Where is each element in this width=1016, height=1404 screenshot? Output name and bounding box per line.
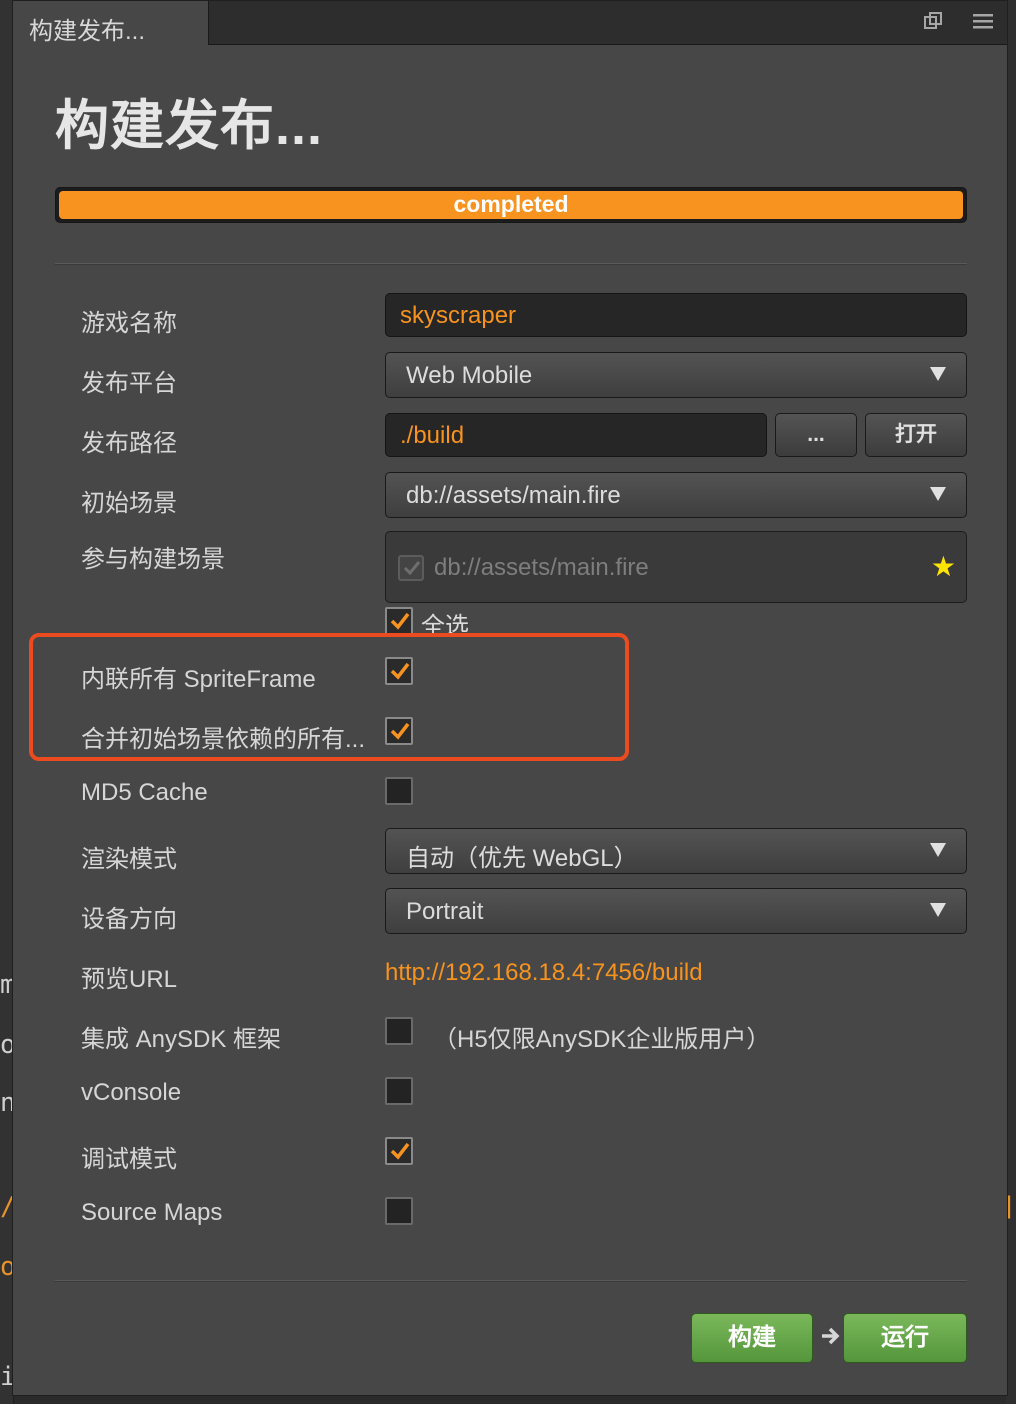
browse-path-button[interactable]: ... xyxy=(775,413,857,457)
popout-icon[interactable] xyxy=(921,11,945,35)
build-path-input[interactable]: ./build xyxy=(385,413,767,457)
platform-label: 发布平台 xyxy=(81,370,177,397)
build-panel: 构建发布... 构建发布... completed 游戏名称 skyscrape… xyxy=(12,0,1008,1396)
debug-mode-checkbox[interactable] xyxy=(385,1137,413,1165)
build-progress-bar: completed xyxy=(55,187,967,223)
chevron-down-icon xyxy=(930,903,946,917)
divider-top xyxy=(55,263,967,265)
anysdk-checkbox[interactable] xyxy=(385,1017,413,1045)
merge-start-scene-label: 合并初始场景依赖的所有... xyxy=(81,726,366,753)
star-icon: ★ xyxy=(930,551,956,582)
scene-item-label: db://assets/main.fire xyxy=(434,554,649,581)
check-icon xyxy=(390,722,410,740)
vconsole-label: vConsole xyxy=(81,1079,182,1106)
title-bar: 构建发布... xyxy=(13,1,1007,45)
check-icon xyxy=(390,1142,410,1160)
preview-url-label: 预览URL xyxy=(81,966,178,993)
start-scene-label: 初始场景 xyxy=(81,490,177,517)
chevron-down-icon xyxy=(930,487,946,501)
panel-tab[interactable]: 构建发布... xyxy=(13,1,209,45)
md5-cache-checkbox[interactable] xyxy=(385,777,413,805)
orientation-label: 设备方向 xyxy=(81,906,177,933)
platform-value: Web Mobile xyxy=(406,362,533,389)
start-scene-value: db://assets/main.fire xyxy=(406,482,621,509)
build-button[interactable]: 构建 xyxy=(691,1313,813,1363)
progress-label: completed xyxy=(453,191,569,217)
menu-icon[interactable] xyxy=(971,11,995,35)
check-icon xyxy=(390,612,410,630)
inline-spriteframe-label: 内联所有 SpriteFrame xyxy=(81,666,316,693)
anysdk-label: 集成 AnySDK 框架 xyxy=(81,1026,282,1053)
orientation-select[interactable]: Portrait xyxy=(385,888,967,934)
check-icon xyxy=(390,662,410,680)
source-maps-checkbox[interactable] xyxy=(385,1197,413,1225)
source-maps-label: Source Maps xyxy=(81,1199,223,1226)
arrow-right-icon xyxy=(819,1324,843,1355)
anysdk-note: （H5仅限AnySDK企业版用户） xyxy=(433,1026,771,1053)
game-name-input[interactable]: skyscraper xyxy=(385,293,967,337)
check-icon xyxy=(403,561,421,576)
build-path-label: 发布路径 xyxy=(81,430,177,457)
open-path-button[interactable]: 打开 xyxy=(865,413,967,457)
render-mode-select[interactable]: 自动（优先 WebGL） xyxy=(385,828,967,874)
divider-bottom xyxy=(55,1280,967,1282)
merge-start-scene-checkbox[interactable] xyxy=(385,717,413,745)
game-name-label: 游戏名称 xyxy=(81,310,177,337)
preview-url-link[interactable]: http://192.168.18.4:7456/build xyxy=(385,959,703,987)
select-all-checkbox[interactable] xyxy=(385,607,413,635)
vconsole-checkbox[interactable] xyxy=(385,1077,413,1105)
chevron-down-icon xyxy=(930,843,946,857)
debug-mode-label: 调试模式 xyxy=(81,1146,177,1173)
scene-list: db://assets/main.fire ★ xyxy=(385,531,967,603)
start-scene-select[interactable]: db://assets/main.fire xyxy=(385,472,967,518)
run-button[interactable]: 运行 xyxy=(843,1313,967,1363)
inline-spriteframe-checkbox[interactable] xyxy=(385,657,413,685)
orientation-value: Portrait xyxy=(406,898,484,925)
platform-select[interactable]: Web Mobile xyxy=(385,352,967,398)
render-mode-value: 自动（优先 WebGL） xyxy=(406,845,638,872)
included-scenes-label: 参与构建场景 xyxy=(81,546,225,573)
md5-cache-label: MD5 Cache xyxy=(81,779,208,806)
chevron-down-icon xyxy=(930,367,946,381)
render-mode-label: 渲染模式 xyxy=(81,846,177,873)
page-title: 构建发布... xyxy=(55,96,324,156)
scene-checkbox[interactable] xyxy=(398,555,424,581)
